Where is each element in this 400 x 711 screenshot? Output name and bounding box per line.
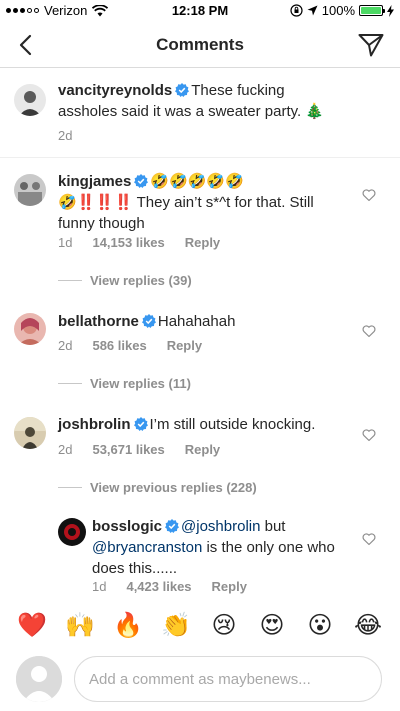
reply-body-b: is the only one who xyxy=(202,539,335,556)
crying-face-emoji-button[interactable]: 😢 xyxy=(207,608,241,642)
comment-time: 2d xyxy=(58,338,73,353)
nav-bar: Comments xyxy=(0,22,400,68)
verified-badge-icon xyxy=(134,174,149,188)
avatar[interactable] xyxy=(14,417,46,449)
reply-button[interactable]: Reply xyxy=(167,338,202,353)
emoji-quick-bar: ❤️ 🙌 🔥 👏 😢 😍 😮 😂 xyxy=(0,600,400,650)
charging-icon xyxy=(387,4,394,17)
reply-username[interactable]: bosslogic xyxy=(92,518,162,535)
divider xyxy=(58,280,82,281)
comment-username[interactable]: bellathorne xyxy=(58,313,139,330)
verified-badge-icon xyxy=(175,83,190,97)
battery-percent: 100% xyxy=(321,3,355,18)
verified-badge-icon xyxy=(133,417,148,431)
status-bar: Verizon 12:18 PM 100% xyxy=(0,0,400,22)
view-replies-label: View replies (11) xyxy=(90,376,191,391)
status-right: 100% xyxy=(290,3,394,18)
avatar[interactable] xyxy=(14,313,46,345)
tears-of-joy-emoji-button[interactable]: 😂 xyxy=(351,608,385,642)
reply-time: 1d xyxy=(92,579,107,594)
mention-link[interactable]: @joshbrolin xyxy=(181,518,260,535)
red-heart-emoji-button[interactable]: ❤️ xyxy=(15,608,49,642)
reply-button[interactable]: Reply xyxy=(212,579,247,594)
direct-message-icon xyxy=(358,34,384,57)
comment-body-line1: 🤣🤣🤣🤣🤣 xyxy=(150,173,244,190)
mention-link[interactable]: @bryancranston xyxy=(92,539,202,556)
caption-meta: 2d xyxy=(58,128,72,143)
divider xyxy=(58,383,82,384)
reply-meta: 1d 4,423 likes Reply xyxy=(92,579,247,594)
location-icon xyxy=(307,5,318,16)
battery-icon xyxy=(359,5,385,16)
post-caption: vancityreynolds These fucking assholes sa… xyxy=(0,68,400,158)
comment-likes[interactable]: 586 likes xyxy=(92,338,146,353)
comment-composer xyxy=(0,650,400,711)
comment-text: bellathorne Hahahahah xyxy=(58,311,358,332)
comment-text: joshbrolin I’m still outside knocking. xyxy=(58,414,358,435)
comment-meta: 2d 53,671 likes Reply xyxy=(58,442,220,457)
direct-message-button[interactable] xyxy=(356,30,386,60)
comment-text: kingjames 🤣🤣🤣🤣🤣 🤣‼️‼️‼️ They ain’t s*^t f… xyxy=(58,171,358,234)
divider xyxy=(58,487,82,488)
verified-badge-icon xyxy=(165,519,180,533)
comment-body-line2: 🤣‼️‼️‼️ They ain’t s*^t for that. Still xyxy=(58,194,314,211)
view-replies-button[interactable]: View replies (11) xyxy=(58,376,191,391)
like-heart-icon[interactable] xyxy=(362,428,376,442)
view-replies-label: View replies (39) xyxy=(90,273,192,288)
view-previous-replies-button[interactable]: View previous replies (228) xyxy=(58,480,257,495)
raising-hands-emoji-button[interactable]: 🙌 xyxy=(63,608,97,642)
reply-button[interactable]: Reply xyxy=(185,235,220,250)
comment-time: 2d xyxy=(58,442,73,457)
comment-body-line1: I’m still outside knocking. xyxy=(149,416,316,433)
like-heart-icon[interactable] xyxy=(362,532,376,546)
comment-body-line1: Hahahahah xyxy=(157,313,236,330)
reply-body-c: does this...... xyxy=(92,560,178,577)
lock-rotation-icon xyxy=(290,4,303,17)
like-heart-icon[interactable] xyxy=(362,324,376,338)
heart-eyes-emoji-button[interactable]: 😍 xyxy=(255,608,289,642)
like-heart-icon[interactable] xyxy=(362,188,376,202)
page-title: Comments xyxy=(156,35,244,54)
surprised-face-emoji-button[interactable]: 😮 xyxy=(303,608,337,642)
view-replies-button[interactable]: View replies (39) xyxy=(58,273,192,288)
caption-text: vancityreynolds These fucking assholes sa… xyxy=(58,80,378,122)
caption-body-line1: These fucking xyxy=(191,82,285,99)
caption-username[interactable]: vancityreynolds xyxy=(58,82,172,99)
comment-username[interactable]: joshbrolin xyxy=(58,416,131,433)
avatar[interactable] xyxy=(14,174,46,206)
reply-likes[interactable]: 4,423 likes xyxy=(126,579,191,594)
comment-username[interactable]: kingjames xyxy=(58,173,131,190)
avatar xyxy=(16,656,62,702)
reply-button[interactable]: Reply xyxy=(185,442,220,457)
caption-time: 2d xyxy=(58,128,73,143)
comment-meta: 1d 14,153 likes Reply xyxy=(58,235,220,250)
comment-body-line3: funny though xyxy=(58,215,145,232)
avatar[interactable] xyxy=(58,518,86,546)
avatar[interactable] xyxy=(14,84,46,116)
clapping-hands-emoji-button[interactable]: 👏 xyxy=(159,608,193,642)
caption-body-line2: assholes said it was a sweater party. 🎄 xyxy=(58,103,325,120)
comment-meta: 2d 586 likes Reply xyxy=(58,338,202,353)
reply-text: bosslogic @joshbrolin but @bryancranston … xyxy=(92,516,362,579)
reply-body-a: but xyxy=(260,518,286,535)
verified-badge-icon xyxy=(141,314,156,328)
view-replies-label: View previous replies (228) xyxy=(90,480,257,495)
comment-likes[interactable]: 14,153 likes xyxy=(92,235,164,250)
comment-time: 1d xyxy=(58,235,73,250)
comment-likes[interactable]: 53,671 likes xyxy=(92,442,164,457)
comment-input[interactable] xyxy=(74,656,382,702)
fire-emoji-button[interactable]: 🔥 xyxy=(111,608,145,642)
